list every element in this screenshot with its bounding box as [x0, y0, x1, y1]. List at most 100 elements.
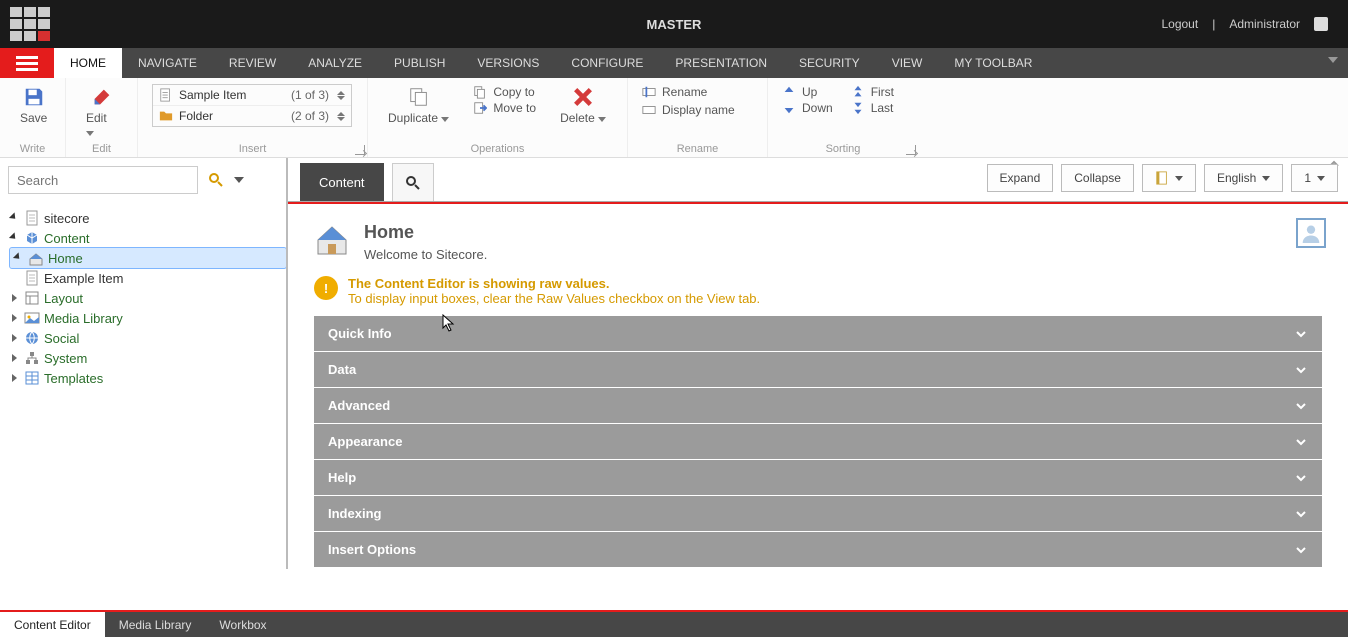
tree-pane: sitecore Content Home Example Item Layout Med…: [0, 158, 288, 569]
templates-icon: [24, 370, 40, 386]
arrow-down-icon: [782, 101, 796, 115]
item-owner-avatar[interactable]: [1296, 218, 1326, 248]
sort-first-button[interactable]: First: [851, 84, 894, 100]
search-options-dropdown[interactable]: [234, 177, 244, 183]
tree-node-example-item[interactable]: Example Item: [10, 268, 286, 288]
tab-publish[interactable]: PUBLISH: [378, 48, 461, 78]
ribbon-caret-icon[interactable]: [1328, 57, 1338, 63]
tree-node-content[interactable]: Content: [10, 228, 286, 248]
tab-configure[interactable]: CONFIGURE: [555, 48, 659, 78]
language-button[interactable]: English: [1204, 164, 1283, 192]
section-data[interactable]: Data: [314, 352, 1322, 388]
tree-node-label: Layout: [44, 291, 83, 306]
bottom-tab-media-library[interactable]: Media Library: [105, 612, 206, 637]
bottom-tab-workbox[interactable]: Workbox: [205, 612, 280, 637]
bottom-tab-content-editor[interactable]: Content Editor: [0, 612, 105, 637]
delete-icon: [572, 86, 594, 108]
group-write: Write: [14, 143, 51, 155]
tree-node-sitecore[interactable]: sitecore: [10, 208, 286, 228]
logout-link[interactable]: Logout: [1161, 17, 1198, 31]
tree-node-system[interactable]: System: [10, 348, 286, 368]
expand-toggle-icon[interactable]: [10, 213, 20, 223]
version-button[interactable]: 1: [1291, 164, 1338, 192]
tree-node-media-library[interactable]: Media Library: [10, 308, 286, 328]
tab-presentation[interactable]: PRESENTATION: [659, 48, 783, 78]
tab-security[interactable]: SECURITY: [783, 48, 876, 78]
tree-node-label: Media Library: [44, 311, 123, 326]
expand-toggle-icon[interactable]: [10, 313, 20, 323]
tab-navigate[interactable]: NAVIGATE: [122, 48, 213, 78]
expand-toggle-icon[interactable]: [14, 253, 24, 263]
tab-home[interactable]: HOME: [54, 48, 122, 78]
group-operations: Operations: [382, 143, 613, 155]
sort-last-button[interactable]: Last: [851, 100, 894, 116]
item-title: Home: [364, 222, 487, 243]
layout-icon: [24, 290, 40, 306]
rename-button[interactable]: Rename: [642, 84, 707, 100]
expand-button[interactable]: Expand: [987, 164, 1054, 192]
rename-icon: [642, 85, 656, 99]
copy-to-button[interactable]: Copy to: [473, 84, 536, 100]
expand-toggle-icon[interactable]: [10, 353, 20, 363]
app-logo[interactable]: [10, 7, 50, 41]
warning-icon: !: [314, 276, 338, 300]
tree-node-social[interactable]: Social: [10, 328, 286, 348]
group-launcher-icon[interactable]: [355, 145, 365, 155]
tree-node-templates[interactable]: Templates: [10, 368, 286, 388]
search-tab[interactable]: [392, 163, 434, 201]
sort-up-button[interactable]: Up: [782, 84, 833, 100]
expand-toggle-icon[interactable]: [10, 373, 20, 383]
move-to-button[interactable]: Move to: [473, 100, 536, 116]
view-options-button[interactable]: [1142, 164, 1196, 192]
expand-toggle-icon[interactable]: [10, 233, 20, 243]
spinner-icon[interactable]: [337, 112, 345, 121]
section-quick-info[interactable]: Quick Info: [314, 316, 1322, 352]
tree-node-layout[interactable]: Layout: [10, 288, 286, 308]
expand-toggle-icon[interactable]: [10, 293, 20, 303]
tab-mytoolbar[interactable]: MY TOOLBAR: [938, 48, 1048, 78]
insert-folder[interactable]: Folder(2 of 3): [153, 105, 351, 126]
topbar: MASTER Logout | Administrator: [0, 0, 1348, 48]
hamburger-menu[interactable]: [0, 48, 54, 78]
user-name[interactable]: Administrator: [1229, 17, 1300, 31]
tree-node-label: sitecore: [44, 211, 90, 226]
tree-node-home[interactable]: Home: [10, 248, 286, 268]
tab-review[interactable]: REVIEW: [213, 48, 292, 78]
insert-options-list[interactable]: Sample Item(1 of 3) Folder(2 of 3): [152, 84, 352, 127]
tab-view[interactable]: VIEW: [876, 48, 939, 78]
group-sorting: Sorting: [782, 143, 904, 155]
tree-search-input[interactable]: [8, 166, 198, 194]
group-edit: Edit: [80, 143, 123, 155]
media-icon: [24, 310, 40, 326]
tree-node-label: Social: [44, 331, 79, 346]
search-icon: [405, 175, 421, 191]
tab-versions[interactable]: VERSIONS: [461, 48, 555, 78]
section-help[interactable]: Help: [314, 460, 1322, 496]
delete-button[interactable]: Delete: [554, 84, 612, 127]
group-insert: Insert: [152, 143, 353, 155]
spinner-icon[interactable]: [337, 91, 345, 100]
duplicate-button[interactable]: Duplicate: [382, 84, 455, 127]
tab-analyze[interactable]: ANALYZE: [292, 48, 378, 78]
social-icon: [24, 330, 40, 346]
divider: |: [1212, 17, 1215, 31]
section-advanced[interactable]: Advanced: [314, 388, 1322, 424]
group-launcher-icon[interactable]: [906, 145, 916, 155]
edit-button[interactable]: Edit: [80, 84, 123, 141]
section-indexing[interactable]: Indexing: [314, 496, 1322, 532]
expand-toggle-icon[interactable]: [10, 333, 20, 343]
ribbon-tabs: HOME NAVIGATE REVIEW ANALYZE PUBLISH VER…: [54, 48, 1348, 78]
save-button[interactable]: Save: [14, 84, 53, 127]
content-tab[interactable]: Content: [300, 163, 384, 201]
user-avatar-icon[interactable]: [1314, 17, 1328, 31]
section-appearance[interactable]: Appearance: [314, 424, 1322, 460]
context-title: MASTER: [647, 17, 702, 32]
insert-sample-item[interactable]: Sample Item(1 of 3): [153, 85, 351, 105]
search-icon[interactable]: [208, 172, 224, 188]
sort-down-button[interactable]: Down: [782, 100, 833, 116]
collapse-button[interactable]: Collapse: [1061, 164, 1134, 192]
section-insert-options[interactable]: Insert Options: [314, 532, 1322, 568]
tree-node-label: System: [44, 351, 87, 366]
display-name-button[interactable]: Display name: [642, 102, 735, 118]
tree-node-label: Home: [48, 251, 83, 266]
